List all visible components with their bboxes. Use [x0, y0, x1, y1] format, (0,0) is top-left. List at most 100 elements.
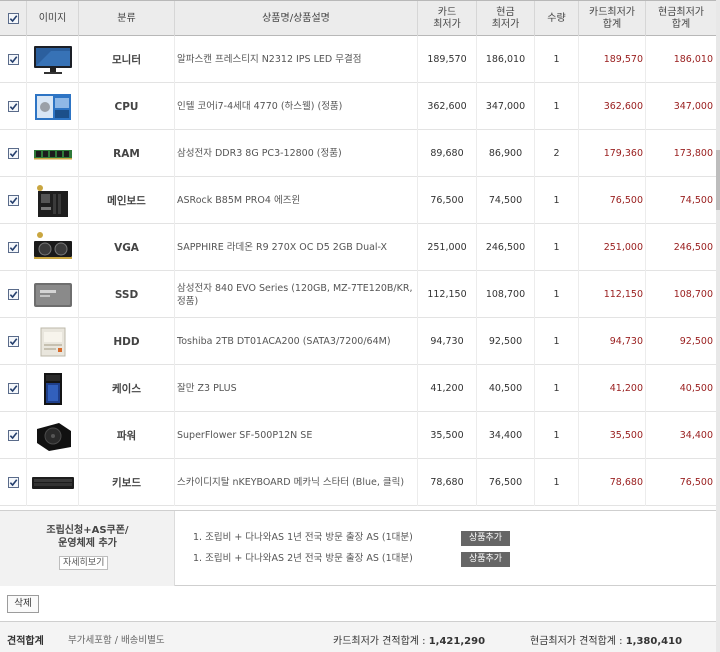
row-category: RAM: [79, 130, 175, 177]
assembly-option-1: 1. 조립비 + 다나와AS 1년 전국 방문 출장 AS (1대분): [193, 532, 413, 543]
row-cash-sum: 92,500: [679, 336, 713, 347]
power-supply-icon[interactable]: [31, 419, 75, 453]
row-product-name[interactable]: 인텔 코어i7-4세대 4770 (하스웰) (정품): [175, 83, 418, 130]
row-cash-price: 186,010: [477, 36, 535, 83]
row-cash-sum: 74,500: [679, 195, 713, 206]
row-product-name[interactable]: 알파스캔 프레스티지 N2312 IPS LED 무결점: [175, 36, 418, 83]
table-row: SSD 삼성전자 840 EVO Series (120GB, MZ-7TE12…: [0, 271, 716, 318]
monitor-icon[interactable]: [31, 43, 75, 77]
cpu-icon[interactable]: [31, 90, 75, 124]
row-cash-sum: 40,500: [679, 383, 713, 394]
row-category: HDD: [79, 318, 175, 365]
totals-note: 부가세포함 / 배송비별도: [68, 635, 165, 646]
row-product-name[interactable]: SAPPHIRE 라데온 R9 270X OC D5 2GB Dual-X: [175, 224, 418, 271]
row-quantity: 1: [535, 459, 579, 506]
row-card-sum: 179,360: [579, 130, 646, 177]
motherboard-icon[interactable]: [31, 184, 75, 218]
row-cash-price: 76,500: [477, 459, 535, 506]
cash-total: 현금최저가 견적합계 : 1,380,410: [530, 636, 683, 647]
row-product-name[interactable]: 삼성전자 840 EVO Series (120GB, MZ-7TE120B/K…: [175, 271, 418, 318]
table-row: 파워 SuperFlower SF-500P12N SE 35,500 34,4…: [0, 412, 716, 459]
row-card-sum: 112,150: [579, 271, 646, 318]
estimate-table: 이미지 분류 상품명/상품설명 카드 최저가 현금 최저가 수량 카드최저가 합계 현…: [0, 0, 720, 652]
row-category: 메인보드: [79, 177, 175, 224]
delete-button[interactable]: 삭제: [7, 595, 39, 613]
ram-icon[interactable]: [31, 137, 75, 171]
row-quantity: 2: [535, 130, 579, 177]
row-cash-price: 92,500: [477, 318, 535, 365]
row-checkbox[interactable]: [7, 195, 19, 206]
assembly-options: 조립신청+AS쿠폰/ 운영체제 추가 자세히보기 1. 조립비 + 다나와AS …: [0, 510, 716, 586]
header-select-all[interactable]: [0, 1, 27, 36]
row-card-price: 362,600: [418, 83, 477, 130]
row-card-sum: 362,600: [579, 83, 646, 130]
header-quantity: 수량: [535, 1, 579, 36]
keyboard-icon[interactable]: [31, 466, 75, 500]
row-quantity: 1: [535, 318, 579, 365]
row-cash-sum: 34,400: [679, 430, 713, 441]
scrollbar-thumb[interactable]: [716, 150, 720, 210]
row-quantity: 1: [535, 83, 579, 130]
row-checkbox[interactable]: [7, 430, 19, 441]
row-cash-sum: 173,800: [673, 148, 713, 159]
row-checkbox[interactable]: [7, 383, 19, 394]
scrollbar[interactable]: [716, 0, 720, 652]
row-cash-price: 40,500: [477, 365, 535, 412]
totals-bar: 견적합계 부가세포함 / 배송비별도 카드최저가 견적합계 : 1,421,29…: [0, 621, 716, 652]
row-category: 모니터: [79, 36, 175, 83]
table-row: 모니터 알파스캔 프레스티지 N2312 IPS LED 무결점 189,570…: [0, 36, 716, 83]
row-checkbox[interactable]: [7, 242, 19, 253]
row-checkbox[interactable]: [7, 54, 19, 65]
ssd-icon[interactable]: [31, 278, 75, 312]
row-quantity: 1: [535, 412, 579, 459]
row-product-name[interactable]: SuperFlower SF-500P12N SE: [175, 412, 418, 459]
row-quantity: 1: [535, 177, 579, 224]
totals-label: 견적합계: [7, 636, 44, 647]
case-icon[interactable]: [31, 372, 75, 406]
row-product-name[interactable]: 삼성전자 DDR3 8G PC3-12800 (정품): [175, 130, 418, 177]
table-row: RAM 삼성전자 DDR3 8G PC3-12800 (정품) 89,680 8…: [0, 130, 716, 177]
row-checkbox[interactable]: [7, 477, 19, 488]
row-card-price: 112,150: [418, 271, 477, 318]
table-row: 키보드 스카이디지탈 nKEYBOARD 메카닉 스타터 (Blue, 클릭) …: [0, 459, 716, 506]
row-cash-price: 34,400: [477, 412, 535, 459]
row-checkbox[interactable]: [7, 289, 19, 300]
row-card-price: 78,680: [418, 459, 477, 506]
select-all-checkbox[interactable]: [7, 13, 19, 24]
row-product-name[interactable]: 잘만 Z3 PLUS: [175, 365, 418, 412]
hdd-icon[interactable]: [31, 325, 75, 359]
row-checkbox[interactable]: [7, 336, 19, 347]
row-quantity: 1: [535, 365, 579, 412]
row-category: 키보드: [79, 459, 175, 506]
add-product-button[interactable]: 상품추가: [461, 531, 510, 546]
table-header: 이미지 분류 상품명/상품설명 카드 최저가 현금 최저가 수량 카드최저가 합계 현…: [0, 0, 716, 36]
table-row: CPU 인텔 코어i7-4세대 4770 (하스웰) (정품) 362,600 …: [0, 83, 716, 130]
row-cash-sum: 108,700: [673, 289, 713, 300]
row-product-name[interactable]: 스카이디지탈 nKEYBOARD 메카닉 스타터 (Blue, 클릭): [175, 459, 418, 506]
header-category: 분류: [79, 1, 175, 36]
table-row: 메인보드 ASRock B85M PRO4 에즈윈 76,500 74,500 …: [0, 177, 716, 224]
details-button[interactable]: 자세히보기: [59, 556, 109, 570]
row-checkbox[interactable]: [7, 101, 19, 112]
row-card-price: 251,000: [418, 224, 477, 271]
row-cash-sum: 246,500: [673, 242, 713, 253]
row-category: 파워: [79, 412, 175, 459]
row-card-sum: 35,500: [579, 412, 646, 459]
graphics-card-icon[interactable]: [31, 231, 75, 265]
row-cash-price: 86,900: [477, 130, 535, 177]
row-card-sum: 251,000: [579, 224, 646, 271]
assembly-option-2: 1. 조립비 + 다나와AS 2년 전국 방문 출장 AS (1대분): [193, 553, 413, 564]
row-cash-price: 347,000: [477, 83, 535, 130]
row-product-name[interactable]: ASRock B85M PRO4 에즈윈: [175, 177, 418, 224]
add-product-button[interactable]: 상품추가: [461, 552, 510, 567]
row-card-price: 94,730: [418, 318, 477, 365]
row-checkbox[interactable]: [7, 148, 19, 159]
row-card-sum: 189,570: [579, 36, 646, 83]
row-card-price: 89,680: [418, 130, 477, 177]
header-product-name: 상품명/상품설명: [175, 1, 418, 36]
row-quantity: 1: [535, 271, 579, 318]
row-card-price: 35,500: [418, 412, 477, 459]
row-cash-sum: 186,010: [673, 54, 713, 65]
row-product-name[interactable]: Toshiba 2TB DT01ACA200 (SATA3/7200/64M): [175, 318, 418, 365]
row-card-price: 76,500: [418, 177, 477, 224]
